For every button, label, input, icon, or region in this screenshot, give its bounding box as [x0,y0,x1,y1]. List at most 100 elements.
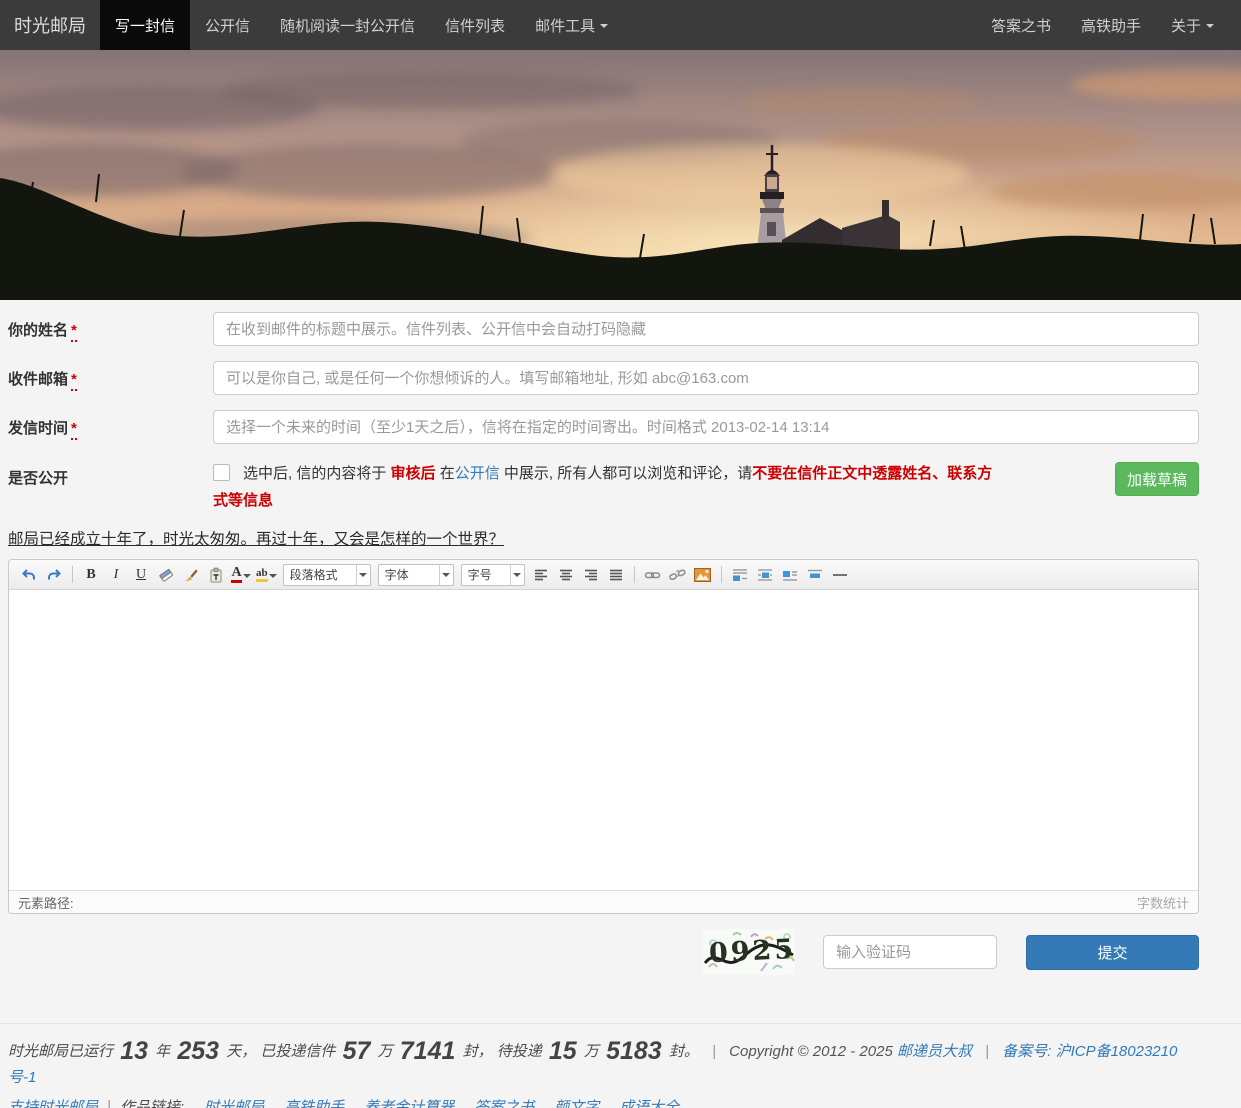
nav-item-mail-tools[interactable]: 邮件工具 [520,0,623,50]
review-note: 审核后 [391,465,436,482]
image-float-right-icon[interactable] [778,563,802,586]
nav-item-about[interactable]: 关于 [1156,0,1229,50]
align-left-icon[interactable] [529,563,553,586]
nav-item-write-letter[interactable]: 写一封信 [100,0,190,50]
toolbar-separator [72,566,73,583]
remove-format-icon[interactable] [154,563,178,586]
italic-button[interactable]: I [104,563,128,586]
work-link-answer-book[interactable]: 答案之书 [474,1096,534,1108]
undo-icon[interactable] [17,563,41,586]
author-link[interactable]: 邮递员大叔 [897,1043,972,1060]
align-right-icon[interactable] [579,563,603,586]
required-asterisk: * [71,420,77,440]
work-link-idiom-dictionary[interactable]: 成语大全 [619,1096,679,1108]
works-label: 作品链接: [120,1096,184,1108]
hero-banner [0,50,1241,300]
toolbar-separator [721,566,722,583]
align-center-icon[interactable] [554,563,578,586]
toolbar-separator [634,566,635,583]
separator: | [985,1043,989,1060]
chevron-down-icon [600,24,608,28]
work-link-rail-helper[interactable]: 高铁助手 [284,1096,344,1108]
nav-item-public-letters[interactable]: 公开信 [190,0,265,50]
captcha-code-text: 0925 [708,934,795,970]
footer-links-line: 支持时光邮局 | 作品链接: 时光邮局 高铁助手 养老金计算器 答案之书 颜文字… [8,1096,1199,1108]
work-link-kaomoji[interactable]: 颜文字 [554,1096,599,1108]
element-path-label: 元素路径: [18,893,74,912]
delivered-wan-count: 57 [343,1037,371,1065]
support-link[interactable]: 支持时光邮局 [8,1096,98,1108]
footer-stats-line: 时光邮局已运行 13 年 253 天， 已投递信件 57 万 7141 封， 待… [8,1037,1199,1087]
captcha-row: 0925 提交 [8,929,1199,975]
public-row: 是否公开 选中后, 信的内容将于 审核后 在公开信 中展示, 所有人都可以浏览和… [8,460,1199,514]
send-time-row: 发信时间* [8,410,1199,444]
required-asterisk: * [71,371,77,391]
redo-icon[interactable] [42,563,66,586]
chevron-down-icon [439,565,453,585]
pending-wan-count: 15 [549,1037,577,1065]
navbar-right: 答案之书 高铁助手 关于 [976,0,1229,50]
send-time-label: 发信时间* [8,410,213,438]
email-row: 收件邮箱* [8,361,1199,395]
hero-image [0,50,1241,300]
chevron-down-icon [243,574,251,578]
name-row: 你的姓名* [8,312,1199,346]
editor-toolbar: B I U A ab 段落格式 [9,560,1198,590]
separator: | [107,1098,111,1108]
image-inline-icon[interactable] [753,563,777,586]
underline-button[interactable]: U [129,563,153,586]
font-color-picker[interactable]: A [229,563,253,586]
nav-item-answer-book[interactable]: 答案之书 [976,0,1066,50]
paragraph-format-select[interactable]: 段落格式 [283,564,371,586]
work-link-time-post[interactable]: 时光邮局 [204,1096,264,1108]
load-draft-button[interactable]: 加载草稿 [1115,462,1199,496]
chevron-down-icon [269,574,277,578]
paste-plain-text-icon[interactable] [204,563,228,586]
public-description: 选中后, 信的内容将于 审核后 在公开信 中展示, 所有人都可以浏览和评论，请不… [213,460,995,514]
navbar: 时光邮局 写一封信 公开信 随机阅读一封公开信 信件列表 邮件工具 答案之书 高… [0,0,1241,50]
name-label: 你的姓名* [8,312,213,340]
align-justify-icon[interactable] [604,563,628,586]
public-letters-link[interactable]: 公开信 [455,465,500,482]
nav-item-random-letter[interactable]: 随机阅读一封公开信 [265,0,430,50]
image-float-left-icon[interactable] [728,563,752,586]
image-block-icon[interactable] [803,563,827,586]
pending-count: 5183 [606,1037,662,1065]
chevron-down-icon [510,565,524,585]
days-running-count: 253 [177,1037,219,1065]
send-time-input[interactable] [213,410,1199,444]
public-label: 是否公开 [8,460,213,488]
letter-form: 你的姓名* 收件邮箱* 发信时间* 是否公开 选中后, 信的内容将于 审核后 在… [0,312,1241,975]
brand-logo[interactable]: 时光邮局 [0,0,100,50]
nav-item-rail-helper[interactable]: 高铁助手 [1066,0,1156,50]
chevron-down-icon [1206,24,1214,28]
separator: | [712,1043,716,1060]
subject-suggestion-link[interactable]: 邮局已经成立十年了，时光太匆匆。再过十年，又会是怎样的一个世界？ [8,527,504,549]
word-count-label[interactable]: 字数统计 [1137,893,1189,912]
delivered-count: 7141 [400,1037,456,1065]
years-running-count: 13 [120,1037,148,1065]
captcha-image[interactable]: 0925 [703,929,795,975]
insert-link-icon[interactable] [641,563,665,586]
editor-statusbar: 元素路径: 字数统计 [9,890,1198,913]
editor-content[interactable] [9,590,1198,890]
unlink-icon[interactable] [666,563,690,586]
bold-button[interactable]: B [79,563,103,586]
email-input[interactable] [213,361,1199,395]
horizontal-rule-icon[interactable] [828,563,852,586]
insert-image-icon[interactable] [691,563,715,586]
footer: 时光邮局已运行 13 年 253 天， 已投递信件 57 万 7141 封， 待… [0,1023,1241,1108]
work-link-pension-calculator[interactable]: 养老金计算器 [364,1096,454,1108]
rich-text-editor: B I U A ab 段落格式 [8,559,1199,914]
format-brush-icon[interactable] [179,563,203,586]
chevron-down-icon [356,565,370,585]
highlight-color-picker[interactable]: ab [254,563,279,586]
captcha-input[interactable] [823,935,997,969]
submit-button[interactable]: 提交 [1026,935,1199,970]
nav-item-letter-list[interactable]: 信件列表 [430,0,520,50]
font-family-select[interactable]: 字体 [378,564,454,586]
name-input[interactable] [213,312,1199,346]
copyright-text: Copyright © 2012 - 2025 [729,1043,893,1060]
public-checkbox[interactable] [213,464,230,481]
font-size-select[interactable]: 字号 [461,564,525,586]
